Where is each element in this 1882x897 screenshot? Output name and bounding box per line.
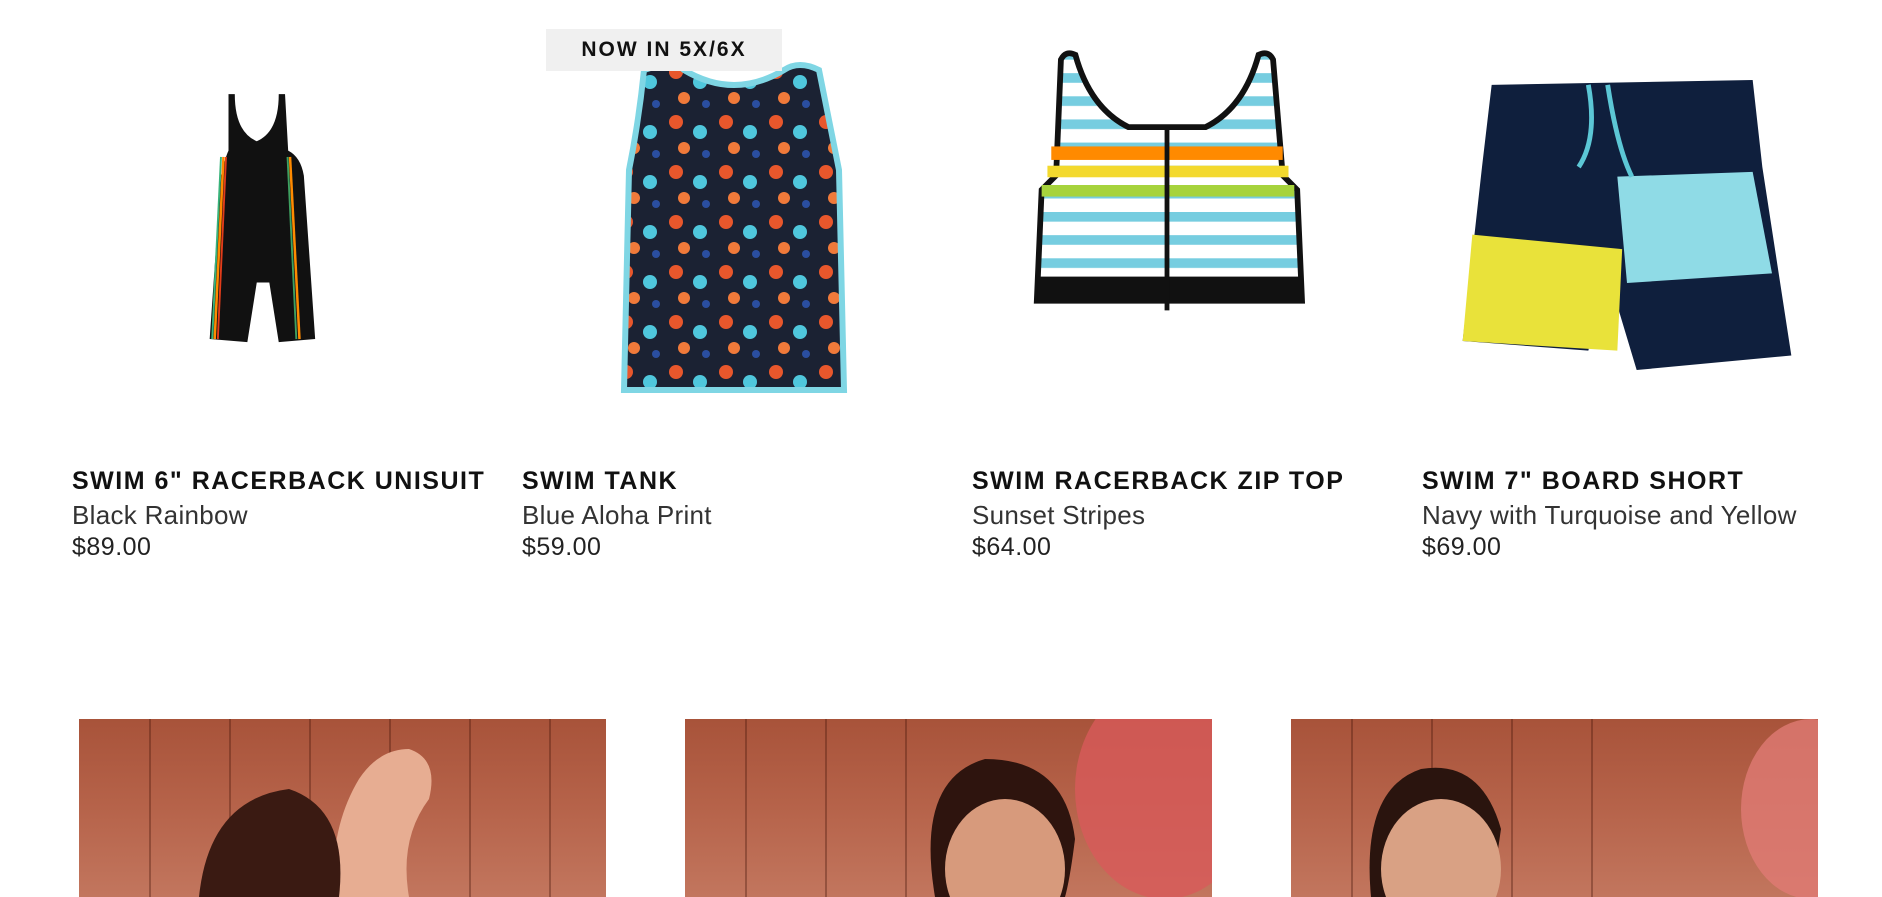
product-price: $59.00 bbox=[522, 533, 602, 561]
lifestyle-photo-3[interactable] bbox=[1291, 719, 1818, 897]
board-short-image[interactable] bbox=[1457, 80, 1797, 370]
lifestyle-photo-2[interactable] bbox=[685, 719, 1212, 897]
product-name[interactable]: SWIM 6" RACERBACK UNISUIT bbox=[72, 467, 485, 496]
product-name[interactable]: SWIM TANK bbox=[522, 467, 678, 496]
zip-top-image[interactable] bbox=[1017, 50, 1317, 320]
product-price: $69.00 bbox=[1422, 533, 1502, 561]
product-color: Black Rainbow bbox=[72, 500, 248, 530]
aloha-tank-image[interactable] bbox=[614, 60, 854, 400]
product-color: Sunset Stripes bbox=[972, 500, 1146, 530]
product-color: Navy with Turquoise and Yellow bbox=[1422, 500, 1797, 530]
product-price: $64.00 bbox=[972, 533, 1052, 561]
lifestyle-photo-1[interactable] bbox=[79, 719, 606, 897]
product-name[interactable]: SWIM RACERBACK ZIP TOP bbox=[972, 467, 1344, 496]
now-in-badge: NOW IN 5X/6X bbox=[546, 29, 782, 71]
product-price: $89.00 bbox=[72, 533, 152, 561]
product-name[interactable]: SWIM 7" BOARD SHORT bbox=[1422, 467, 1744, 496]
product-color: Blue Aloha Print bbox=[522, 500, 712, 530]
unisuit-image[interactable] bbox=[172, 26, 442, 426]
